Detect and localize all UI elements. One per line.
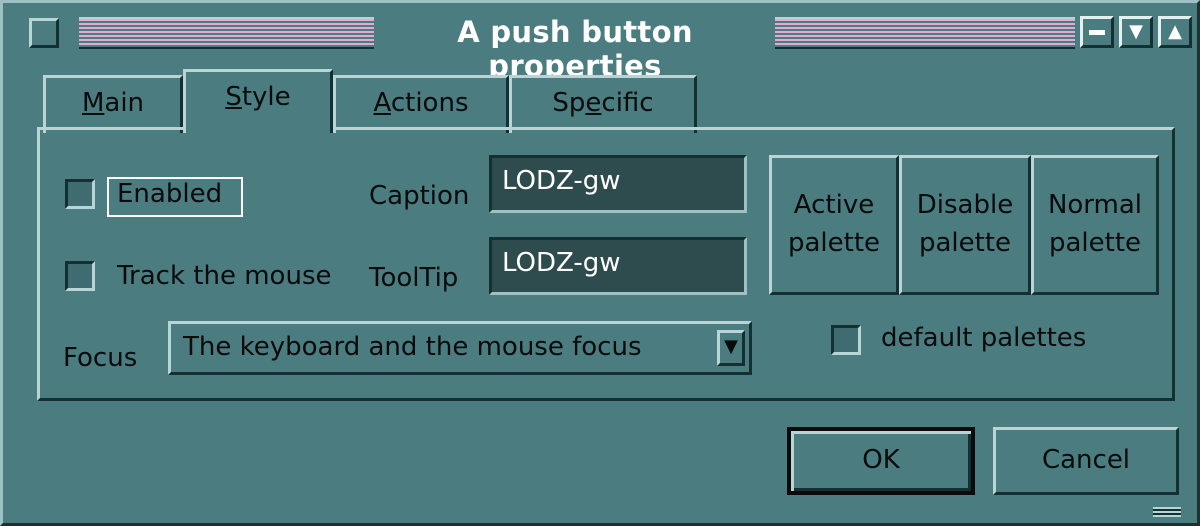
- tab-actions-label: ctions: [390, 88, 469, 118]
- disable-palette-line2: palette: [918, 228, 1012, 258]
- tab-specific[interactable]: Specific: [509, 75, 697, 133]
- tab-specific-accel: e: [585, 88, 602, 118]
- tab-specific-label: cific: [601, 88, 654, 118]
- title-stripes-right: [775, 17, 1075, 49]
- ok-button-label: OK: [862, 445, 900, 476]
- window-title: A push button properties: [457, 15, 693, 83]
- tab-actions[interactable]: Actions: [333, 75, 509, 133]
- resize-grip-icon[interactable]: [1153, 507, 1181, 517]
- tab-style-label: tyle: [241, 82, 291, 112]
- disable-palette-line1: Disable: [916, 190, 1014, 221]
- caption-label: Caption: [369, 181, 470, 211]
- normal-palette-line1: Normal: [1047, 190, 1143, 221]
- triangle-down-icon: ▼: [1129, 21, 1143, 42]
- cancel-button-label: Cancel: [1041, 445, 1131, 476]
- normal-palette-line2: palette: [1048, 228, 1142, 258]
- shade-down-button[interactable]: ▼: [1119, 16, 1153, 48]
- tab-main-accel: M: [81, 88, 105, 118]
- triangle-up-icon: ▲: [1168, 21, 1182, 42]
- title-bar[interactable]: A push button properties ▼ ▲: [15, 11, 1192, 83]
- ok-button[interactable]: OK: [787, 427, 975, 495]
- tab-specific-pre: Sp: [552, 88, 586, 118]
- normal-palette-button[interactable]: Normal palette: [1031, 155, 1159, 295]
- active-palette-line2: palette: [787, 228, 881, 258]
- track-mouse-checkbox[interactable]: [65, 261, 95, 291]
- tooltip-input[interactable]: LODZ-gw: [489, 237, 747, 295]
- focus-select-value: The keyboard and the mouse focus: [183, 332, 642, 362]
- enabled-checkbox[interactable]: [65, 179, 95, 209]
- disable-palette-button[interactable]: Disable palette: [899, 155, 1031, 295]
- focus-select[interactable]: The keyboard and the mouse focus ▼: [168, 321, 752, 375]
- selected-tab-connector: [189, 124, 329, 131]
- active-palette-line1: Active: [793, 190, 875, 221]
- system-menu-button[interactable]: [29, 18, 59, 48]
- minimize-icon: [1089, 29, 1105, 35]
- tab-main[interactable]: Main: [43, 75, 183, 133]
- track-mouse-label[interactable]: Track the mouse: [117, 261, 332, 291]
- tooltip-label: ToolTip: [369, 263, 459, 293]
- tab-style-accel: S: [225, 82, 242, 112]
- tab-actions-accel: A: [373, 88, 391, 118]
- default-palettes-checkbox[interactable]: [831, 325, 861, 355]
- caption-input[interactable]: LODZ-gw: [489, 155, 747, 213]
- properties-dialog: A push button properties ▼ ▲ Main Style …: [0, 0, 1200, 526]
- enabled-label[interactable]: Enabled: [117, 179, 222, 209]
- chevron-down-icon[interactable]: ▼: [717, 330, 745, 366]
- default-palettes-label[interactable]: default palettes: [881, 323, 1086, 353]
- minimize-button[interactable]: [1080, 16, 1114, 48]
- tab-main-label: ain: [104, 88, 145, 118]
- cancel-button[interactable]: Cancel: [993, 427, 1179, 495]
- focus-label: Focus: [63, 343, 138, 373]
- title-stripes-left: [79, 17, 374, 49]
- shade-up-button[interactable]: ▲: [1158, 16, 1192, 48]
- active-palette-button[interactable]: Active palette: [769, 155, 899, 295]
